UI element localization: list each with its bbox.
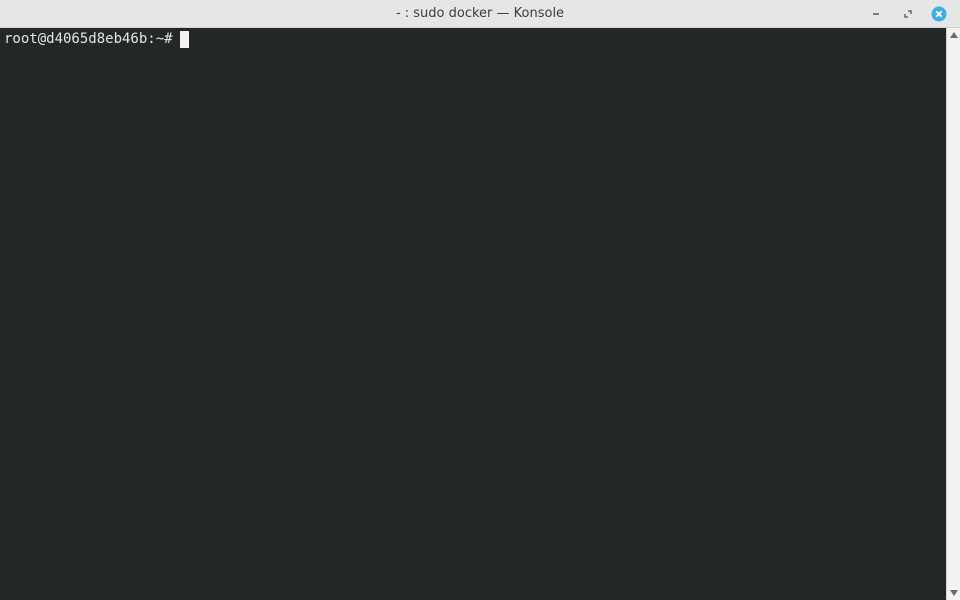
text-cursor: [179, 30, 189, 48]
maximize-button[interactable]: [900, 6, 916, 22]
vertical-scrollbar[interactable]: [946, 28, 960, 600]
minimize-icon: [873, 13, 879, 15]
shell-prompt: root@d4065d8eb46b:~#: [4, 31, 173, 47]
close-button[interactable]: [931, 6, 947, 22]
terminal-area[interactable]: root@d4065d8eb46b:~#: [0, 28, 946, 600]
scroll-down-button[interactable]: [949, 589, 959, 597]
terminal-line: root@d4065d8eb46b:~#: [4, 30, 189, 48]
close-icon: [931, 6, 947, 22]
arrow-down-icon: [950, 590, 958, 596]
arrow-up-icon: [950, 32, 958, 38]
scroll-up-button[interactable]: [949, 31, 959, 39]
title-bar[interactable]: - : sudo docker — Konsole: [0, 0, 960, 28]
window-title: - : sudo docker — Konsole: [395, 6, 565, 21]
minimize-button[interactable]: [868, 6, 884, 22]
restore-icon: [904, 10, 912, 18]
konsole-window: - : sudo docker — Konsole root@d4065d8eb…: [0, 0, 960, 600]
